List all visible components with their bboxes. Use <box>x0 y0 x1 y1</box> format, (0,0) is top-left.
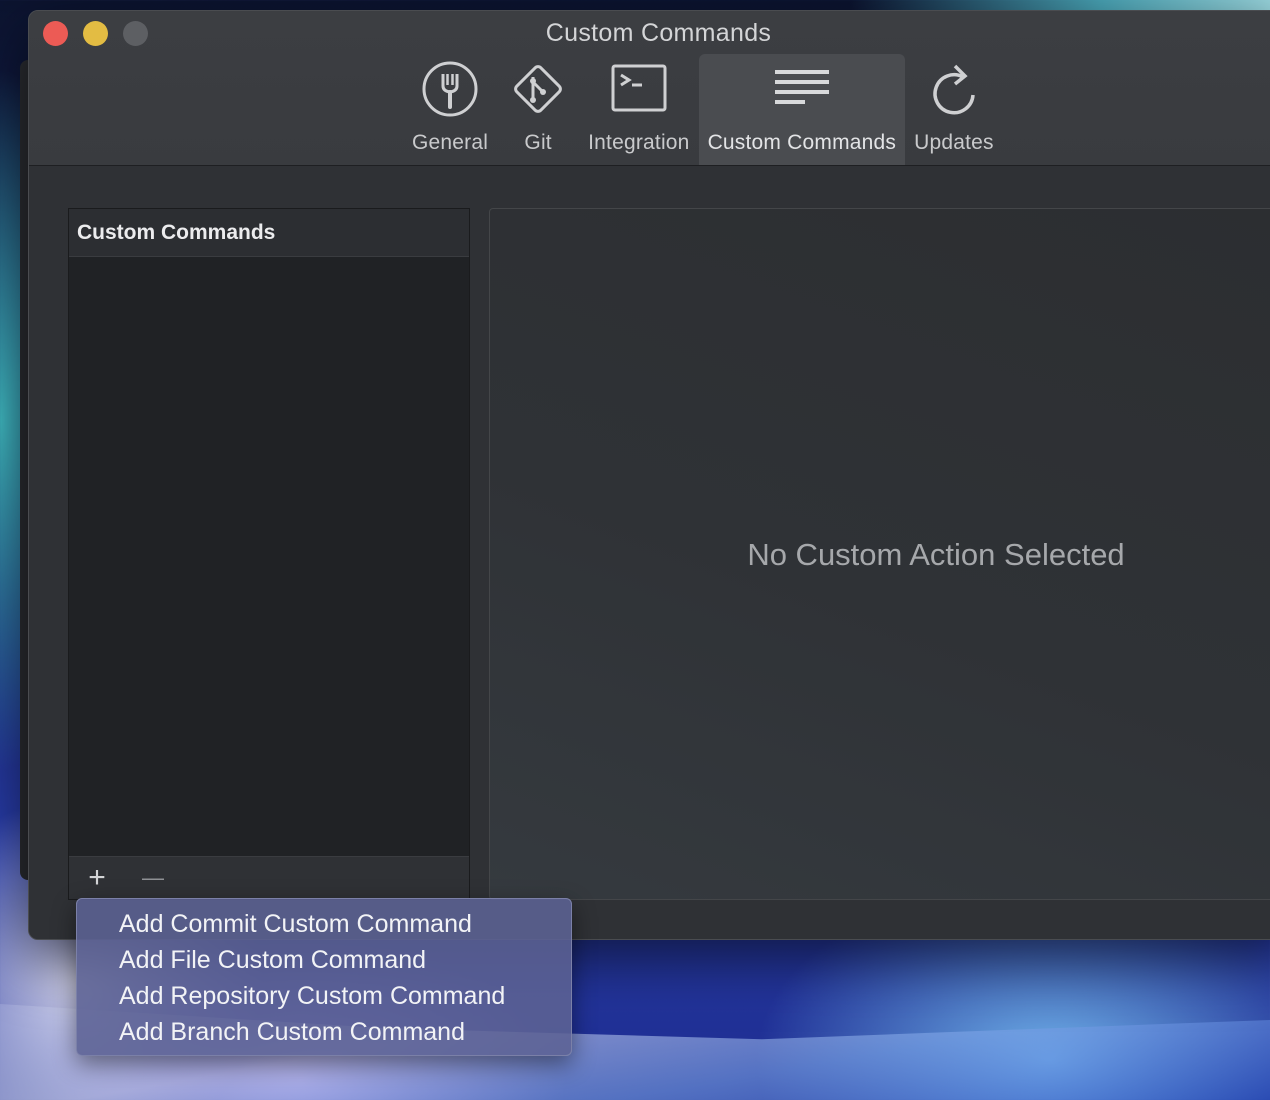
tab-integration-label: Integration <box>588 131 690 154</box>
menu-item-add-commit-command[interactable]: Add Commit Custom Command <box>77 906 571 942</box>
refresh-icon <box>922 57 986 121</box>
title-bar: Custom Commands General Git Integration … <box>29 11 1270 166</box>
menu-item-add-repository-command[interactable]: Add Repository Custom Command <box>77 978 571 1014</box>
lines-icon <box>770 57 834 121</box>
tab-general-label: General <box>412 131 489 154</box>
remove-command-button[interactable]: — <box>125 857 181 899</box>
preferences-toolbar: General Git Integration Custom Commands … <box>403 54 1003 165</box>
list-header: Custom Commands <box>69 209 469 257</box>
tab-custom-commands[interactable]: Custom Commands <box>698 54 906 165</box>
git-icon <box>506 57 570 121</box>
tab-updates[interactable]: Updates <box>905 54 1003 165</box>
preferences-window: Custom Commands General Git Integration … <box>28 10 1270 940</box>
tab-general[interactable]: General <box>403 54 497 165</box>
tab-git-label: Git <box>524 131 552 154</box>
terminal-icon <box>607 57 671 121</box>
tab-integration[interactable]: Integration <box>579 54 698 165</box>
command-detail-panel: No Custom Action Selected <box>489 208 1270 900</box>
menu-item-add-file-command[interactable]: Add File Custom Command <box>77 942 571 978</box>
add-command-button[interactable]: + <box>69 857 125 899</box>
tab-updates-label: Updates <box>914 131 994 154</box>
list-body[interactable] <box>69 257 469 857</box>
tab-custom-commands-label: Custom Commands <box>707 131 897 154</box>
window-title: Custom Commands <box>545 19 772 47</box>
add-command-menu: Add Commit Custom Command Add File Custo… <box>76 898 572 1056</box>
empty-state-message: No Custom Action Selected <box>747 537 1125 572</box>
menu-item-add-branch-command[interactable]: Add Branch Custom Command <box>77 1014 571 1050</box>
list-footer: + — <box>69 856 469 899</box>
custom-commands-pane: Custom Commands + — No Custom Action Sel… <box>29 166 1270 939</box>
tab-git[interactable]: Git <box>497 54 579 165</box>
fork-icon <box>418 57 482 121</box>
custom-commands-list: Custom Commands + — <box>68 208 470 900</box>
